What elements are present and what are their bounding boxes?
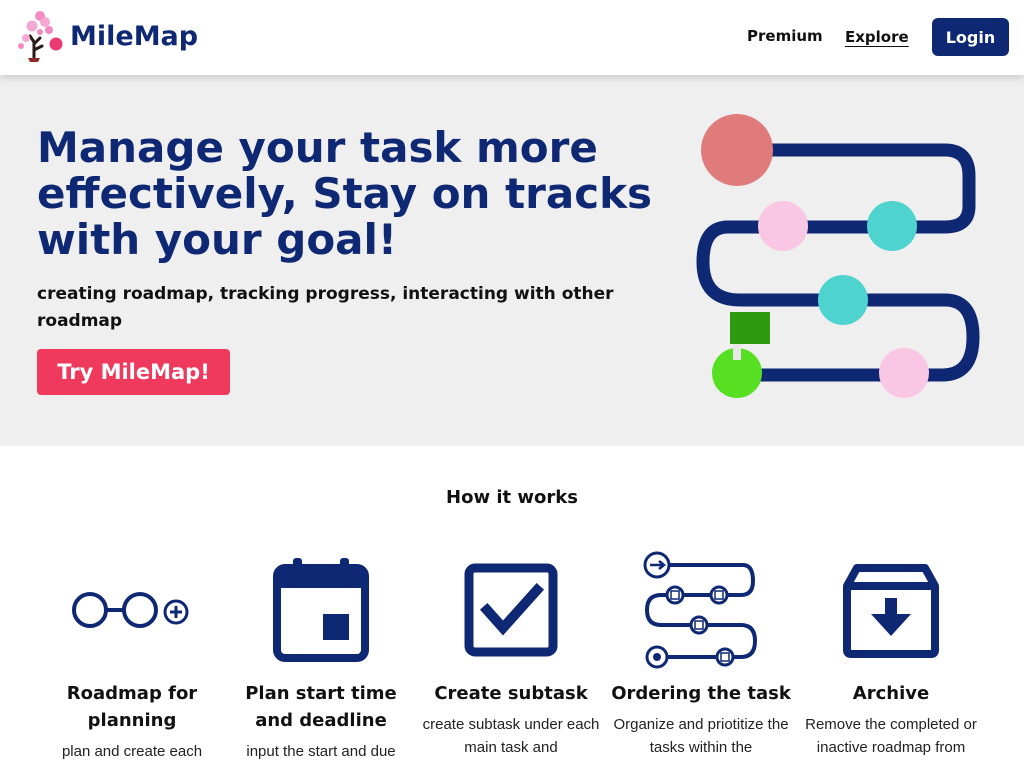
brand-name: MileMap xyxy=(70,20,199,52)
hero-title: Manage your task more effectively, Stay … xyxy=(37,123,653,264)
feature-plan-time: Plan start time and deadline input the s… xyxy=(227,550,415,763)
top-navbar: MileMap Premium Explore Login xyxy=(0,0,1024,75)
feature-roadmap: Roadmap for planning plan and create eac… xyxy=(38,550,226,763)
nav-link-premium[interactable]: Premium xyxy=(747,27,823,45)
feature-description: Organize and priotitize the tasks within… xyxy=(613,716,789,756)
feature-description: Remove the completed or inactive roadmap… xyxy=(805,716,977,756)
roadmap-nodes-icon xyxy=(72,592,189,628)
feature-subtask: Create subtask create subtask under each… xyxy=(417,550,605,759)
archive-icon xyxy=(843,564,939,658)
brand-logo[interactable]: MileMap xyxy=(12,8,198,64)
calendar-icon xyxy=(273,558,369,662)
feature-title: Plan start time and deadline xyxy=(245,683,397,731)
ordering-path-icon xyxy=(643,551,758,669)
blossom-tree-logo-icon xyxy=(18,11,63,62)
feature-title: Roadmap for planning xyxy=(66,683,198,731)
feature-title: Ordering the task xyxy=(611,683,791,704)
feature-description: create subtask under each main task and xyxy=(422,716,600,756)
feature-archive: Archive Remove the completed or inactive… xyxy=(797,550,985,759)
how-it-works-title: How it works xyxy=(446,487,578,508)
feature-description: plan and create each xyxy=(61,743,203,760)
feature-title: Create subtask xyxy=(434,683,588,704)
checkbox-icon xyxy=(464,563,558,657)
nav-link-explore[interactable]: Explore xyxy=(845,28,909,46)
feature-ordering: Ordering the task Organize and priotitiz… xyxy=(607,550,795,759)
try-milemap-button[interactable]: Try MileMap! xyxy=(37,349,230,395)
hero-subtitle: creating roadmap, tracking progress, int… xyxy=(37,284,614,331)
hero-section: Manage your task more effectively, Stay … xyxy=(0,75,1024,446)
login-button[interactable]: Login xyxy=(932,18,1009,56)
roadmap-illustration-icon xyxy=(696,114,980,398)
feature-description: input the start and due xyxy=(246,743,396,760)
feature-title: Archive xyxy=(852,683,930,704)
